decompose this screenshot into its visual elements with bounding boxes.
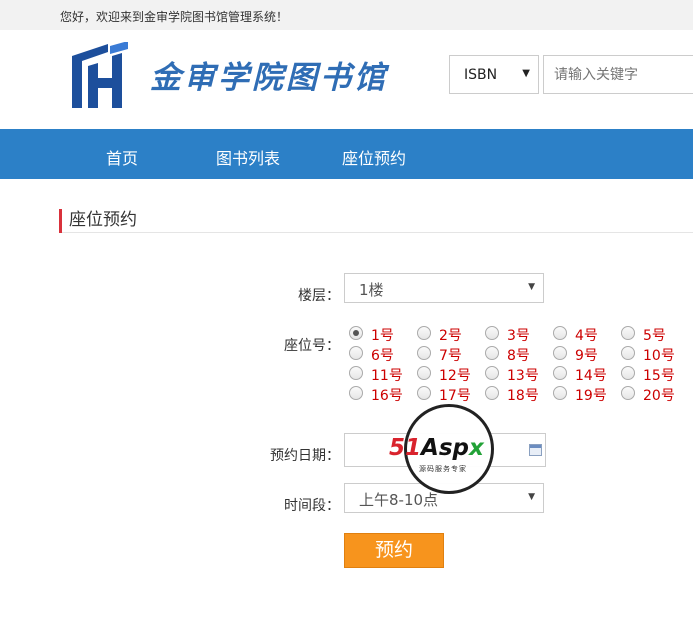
seat-option-label: 8号 <box>507 348 530 364</box>
seat-radio[interactable] <box>417 346 431 360</box>
seat-radio[interactable] <box>417 386 431 400</box>
seat-radio[interactable] <box>417 366 431 380</box>
main-nav: 首页 图书列表 座位预约 <box>0 129 693 179</box>
date-label: 预约日期： <box>270 448 340 464</box>
watermark-tagline: 源码服务专家 <box>419 465 467 473</box>
nav-item-book-list[interactable]: 图书列表 <box>216 145 280 169</box>
seat-option-label: 19号 <box>575 388 607 404</box>
seat-radio[interactable] <box>349 346 363 360</box>
period-value: 上午8-10点 <box>359 491 439 509</box>
seat-option-label: 2号 <box>439 328 462 344</box>
chevron-down-icon: ▼ <box>528 492 535 502</box>
search-type-select[interactable]: ISBN ▼ <box>449 55 539 94</box>
seat-radio[interactable] <box>417 326 431 340</box>
seat-option-label: 14号 <box>575 368 607 384</box>
library-logo-icon <box>72 42 128 108</box>
seat-option-label: 18号 <box>507 388 539 404</box>
top-bar: 您好，欢迎来到金审学院图书馆管理系统！ <box>0 0 693 30</box>
seat-option-label: 16号 <box>371 388 403 404</box>
header: 金审学院图书馆 ISBN ▼ <box>0 30 693 129</box>
seat-option-label: 17号 <box>439 388 471 404</box>
calendar-icon[interactable] <box>529 444 542 456</box>
seat-option-label: 6号 <box>371 348 394 364</box>
seat-option-label: 13号 <box>507 368 539 384</box>
seat-label: 座位号： <box>284 338 340 354</box>
seat-option-label: 5号 <box>643 328 666 344</box>
logo-text: 金审学院图书馆 <box>150 60 388 96</box>
seat-radio[interactable] <box>349 326 363 340</box>
period-label: 时间段： <box>284 498 340 514</box>
chevron-down-icon: ▼ <box>522 68 530 79</box>
seat-radio[interactable] <box>485 366 499 380</box>
seat-option-label: 7号 <box>439 348 462 364</box>
floor-label: 楼层： <box>298 288 340 304</box>
seat-option-label: 1号 <box>371 328 394 344</box>
nav-item-home[interactable]: 首页 <box>106 145 138 169</box>
submit-booking-button[interactable]: 预约 <box>344 533 444 568</box>
floor-value: 1楼 <box>359 281 384 299</box>
page-title: 座位预约 <box>59 209 137 233</box>
seat-radio[interactable] <box>621 346 635 360</box>
seat-option-label: 11号 <box>371 368 403 384</box>
seat-option-label: 4号 <box>575 328 598 344</box>
seat-radio[interactable] <box>485 346 499 360</box>
floor-select[interactable]: 1楼 ▼ <box>344 273 544 303</box>
search-type-value: ISBN <box>464 67 498 83</box>
watermark-brand: 51Aspx <box>389 435 484 461</box>
seat-option-label: 3号 <box>507 328 530 344</box>
seat-option-label: 10号 <box>643 348 675 364</box>
seat-radio[interactable] <box>621 326 635 340</box>
seat-option-label: 15号 <box>643 368 675 384</box>
seat-radio[interactable] <box>621 386 635 400</box>
seat-radio[interactable] <box>349 366 363 380</box>
chevron-down-icon: ▼ <box>528 282 535 292</box>
seat-radio[interactable] <box>553 386 567 400</box>
title-divider <box>62 232 693 233</box>
seat-radio[interactable] <box>485 386 499 400</box>
seat-radio[interactable] <box>349 386 363 400</box>
watermark-logo: 51Aspx 源码服务专家 <box>389 404 494 494</box>
seat-radio[interactable] <box>553 366 567 380</box>
seat-radio[interactable] <box>553 326 567 340</box>
nav-item-seat-booking[interactable]: 座位预约 <box>342 145 406 169</box>
seat-radio[interactable] <box>621 366 635 380</box>
search-input[interactable] <box>543 55 693 94</box>
seat-option-label: 9号 <box>575 348 598 364</box>
welcome-text: 您好，欢迎来到金审学院图书馆管理系统！ <box>60 10 289 24</box>
seat-option-label: 20号 <box>643 388 675 404</box>
seat-option-label: 12号 <box>439 368 471 384</box>
seat-radio[interactable] <box>485 326 499 340</box>
seat-radio[interactable] <box>553 346 567 360</box>
